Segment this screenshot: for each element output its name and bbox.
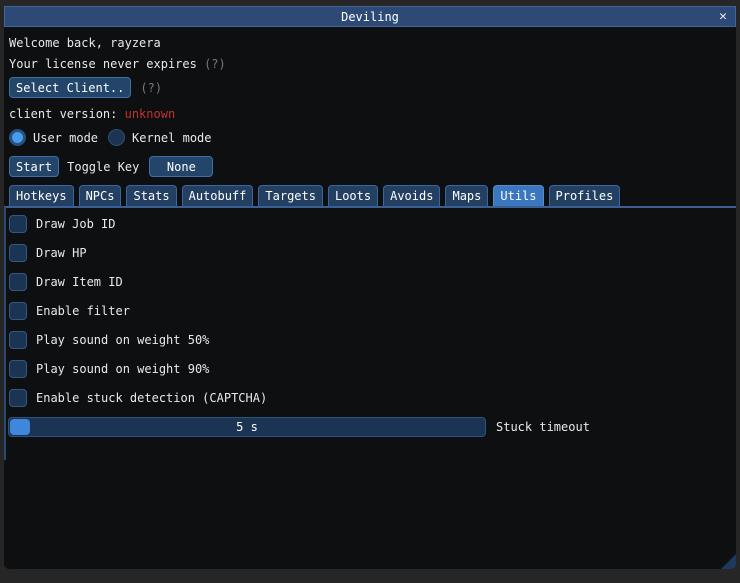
checkbox-label: Enable filter (36, 304, 130, 318)
tab-targets[interactable]: Targets (258, 185, 323, 206)
close-icon[interactable]: ✕ (719, 7, 727, 28)
welcome-text: Welcome back, rayzera (9, 36, 161, 50)
stuck-timeout-label: Stuck timeout (496, 420, 590, 434)
app-window: Deviling ✕ Welcome back, rayzera Your li… (0, 0, 740, 583)
radio-kernel-mode[interactable] (108, 129, 125, 146)
checkbox-stuck-detection[interactable] (9, 389, 27, 407)
select-client-button[interactable]: Select Client.. (9, 77, 131, 98)
tab-avoids[interactable]: Avoids (383, 185, 440, 206)
checkbox-label: Play sound on weight 90% (36, 362, 209, 376)
tab-maps[interactable]: Maps (445, 185, 488, 206)
checkbox-label: Enable stuck detection (CAPTCHA) (36, 391, 267, 405)
tab-autobuff[interactable]: Autobuff (182, 185, 254, 206)
tab-bar: Hotkeys NPCs Stats Autobuff Targets Loot… (9, 185, 620, 206)
stuck-timeout-slider[interactable]: 5 s (8, 417, 486, 437)
window-body: Deviling ✕ Welcome back, rayzera Your li… (4, 6, 736, 569)
checkbox-row: Enable filter (9, 296, 729, 325)
start-row: Start Toggle Key None (9, 156, 213, 177)
checkbox-row: Draw Item ID (9, 267, 729, 296)
tab-utils[interactable]: Utils (493, 185, 543, 206)
stuck-timeout-row: 5 s Stuck timeout (8, 417, 590, 437)
license-text: Your license never expires (9, 57, 197, 71)
checkbox-row: Enable stuck detection (CAPTCHA) (9, 383, 729, 412)
checkbox-draw-hp[interactable] (9, 244, 27, 262)
checkbox-label: Draw Job ID (36, 217, 115, 231)
tab-pane-border (4, 207, 6, 460)
utils-pane: Draw Job ID Draw HP Draw Item ID Enable … (9, 209, 729, 412)
toggle-key-label: Toggle Key (67, 160, 139, 174)
titlebar[interactable]: Deviling ✕ (4, 6, 736, 27)
start-button[interactable]: Start (9, 156, 59, 177)
slider-value: 5 s (9, 418, 485, 436)
tab-stats[interactable]: Stats (126, 185, 176, 206)
window-title: Deviling (341, 10, 399, 24)
client-version-value: unknown (125, 107, 176, 121)
tab-underline (4, 206, 736, 208)
resize-grip[interactable] (721, 554, 736, 569)
tab-profiles[interactable]: Profiles (549, 185, 621, 206)
license-help-icon[interactable]: (?) (204, 57, 226, 71)
tab-hotkeys[interactable]: Hotkeys (9, 185, 74, 206)
checkbox-draw-item-id[interactable] (9, 273, 27, 291)
toggle-key-button[interactable]: None (149, 156, 213, 177)
checkbox-enable-filter[interactable] (9, 302, 27, 320)
select-client-help-icon[interactable]: (?) (140, 81, 162, 95)
select-client-row: Select Client.. (?) (9, 77, 162, 98)
tab-loots[interactable]: Loots (328, 185, 378, 206)
checkbox-draw-job-id[interactable] (9, 215, 27, 233)
checkbox-row: Draw HP (9, 238, 729, 267)
client-version-row: client version: unknown (9, 107, 175, 121)
checkbox-row: Play sound on weight 50% (9, 325, 729, 354)
radio-user-mode[interactable] (9, 129, 26, 146)
radio-user-mode-label: User mode (33, 131, 98, 145)
checkbox-row: Draw Job ID (9, 209, 729, 238)
tab-npcs[interactable]: NPCs (79, 185, 122, 206)
checkbox-label: Draw Item ID (36, 275, 123, 289)
checkbox-sound-weight-50[interactable] (9, 331, 27, 349)
checkbox-label: Play sound on weight 50% (36, 333, 209, 347)
client-version-label: client version: (9, 107, 117, 121)
checkbox-row: Play sound on weight 90% (9, 354, 729, 383)
mode-radio-group: User mode Kernel mode (9, 129, 222, 146)
checkbox-sound-weight-90[interactable] (9, 360, 27, 378)
radio-kernel-mode-label: Kernel mode (132, 131, 211, 145)
checkbox-label: Draw HP (36, 246, 87, 260)
license-row: Your license never expires (?) (9, 57, 226, 71)
